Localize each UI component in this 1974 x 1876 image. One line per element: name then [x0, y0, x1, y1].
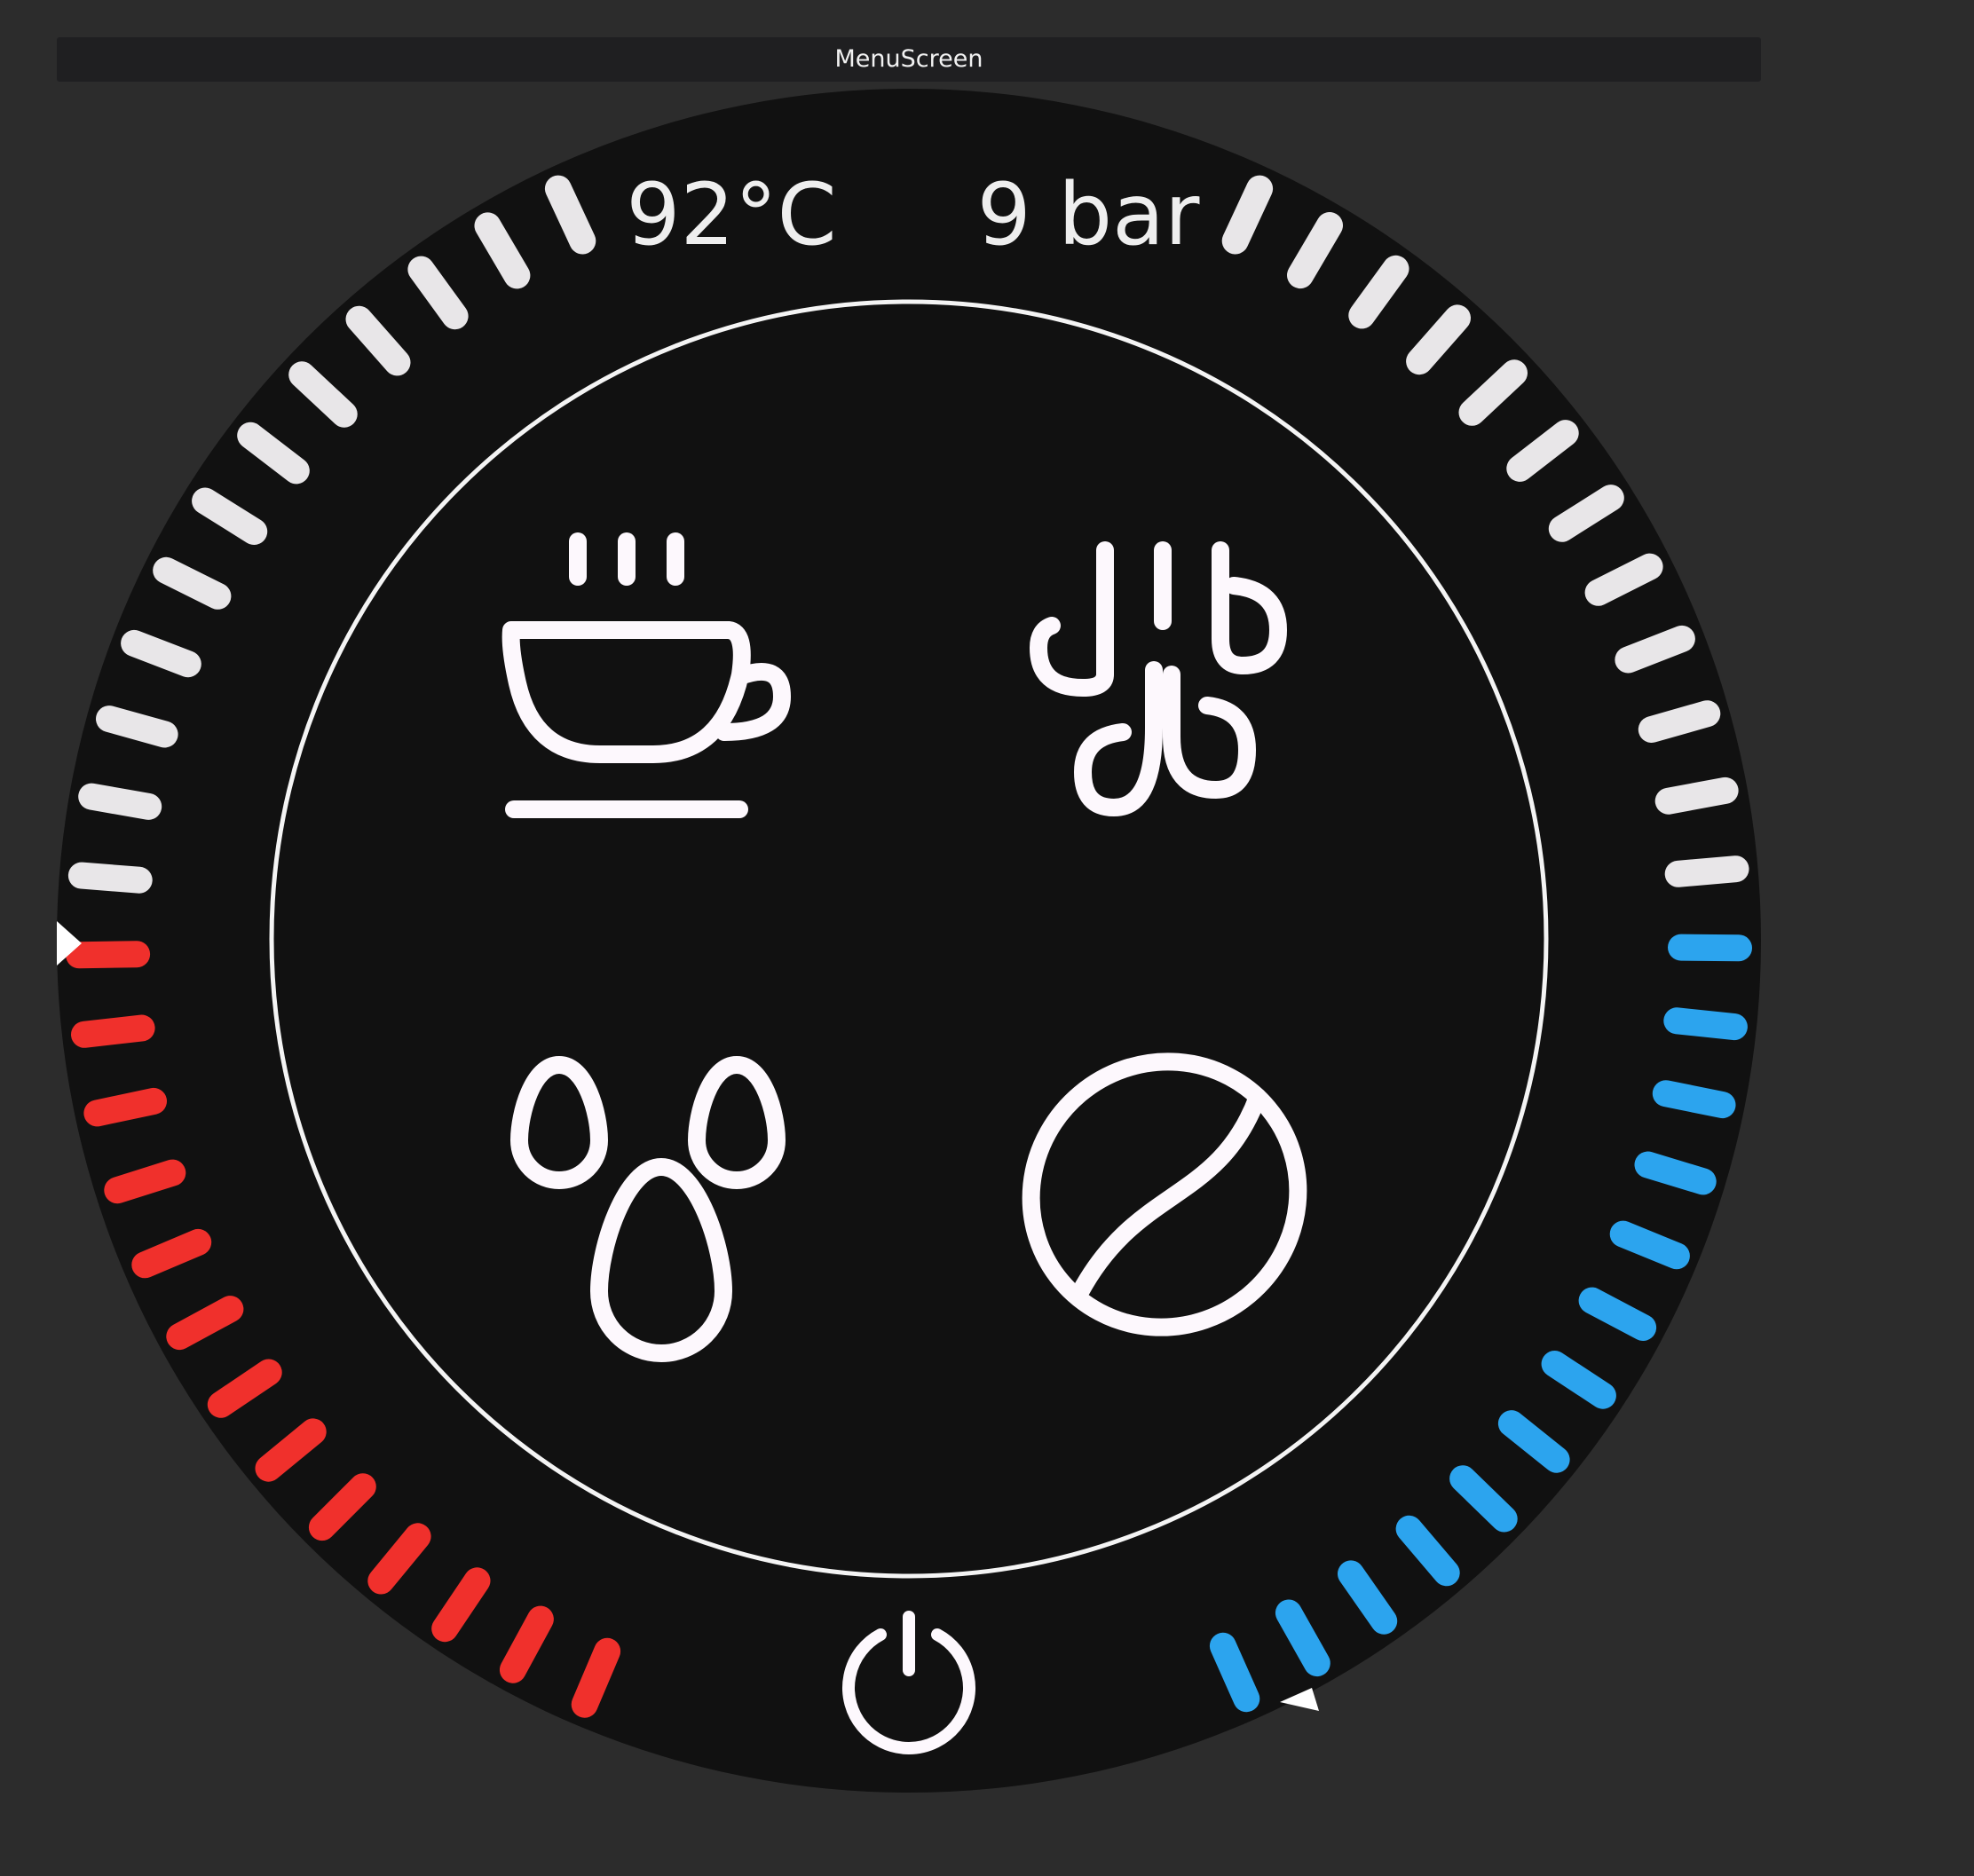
dial-face	[57, 89, 1761, 1793]
pressure-tick	[1668, 934, 1752, 962]
temperature-tick	[78, 783, 162, 820]
pressure-tick	[1654, 776, 1739, 815]
temperature-tick	[66, 941, 151, 969]
pressure-readout: 9 bar	[977, 165, 1200, 264]
power-button[interactable]	[829, 1608, 989, 1768]
pressure-tick	[1663, 1007, 1748, 1041]
temperature-tick	[83, 1087, 167, 1127]
machine-dial: 92°C 9 bar	[57, 89, 1761, 1793]
grind-button[interactable]	[976, 1007, 1352, 1382]
steam-button[interactable]	[1012, 515, 1314, 816]
pressure-tick	[1652, 1080, 1736, 1119]
temperature-tick	[67, 862, 153, 894]
temperature-readout: 92°C	[626, 165, 836, 264]
hot-water-button[interactable]	[497, 1056, 799, 1384]
pressure-tick	[1638, 700, 1721, 743]
temperature-tick	[71, 1014, 155, 1048]
temperature-tick	[104, 1159, 186, 1204]
espresso-button[interactable]	[494, 515, 791, 818]
temperature-tick	[96, 705, 178, 748]
pressure-tick	[1634, 1151, 1717, 1195]
pressure-tick	[1664, 855, 1749, 887]
